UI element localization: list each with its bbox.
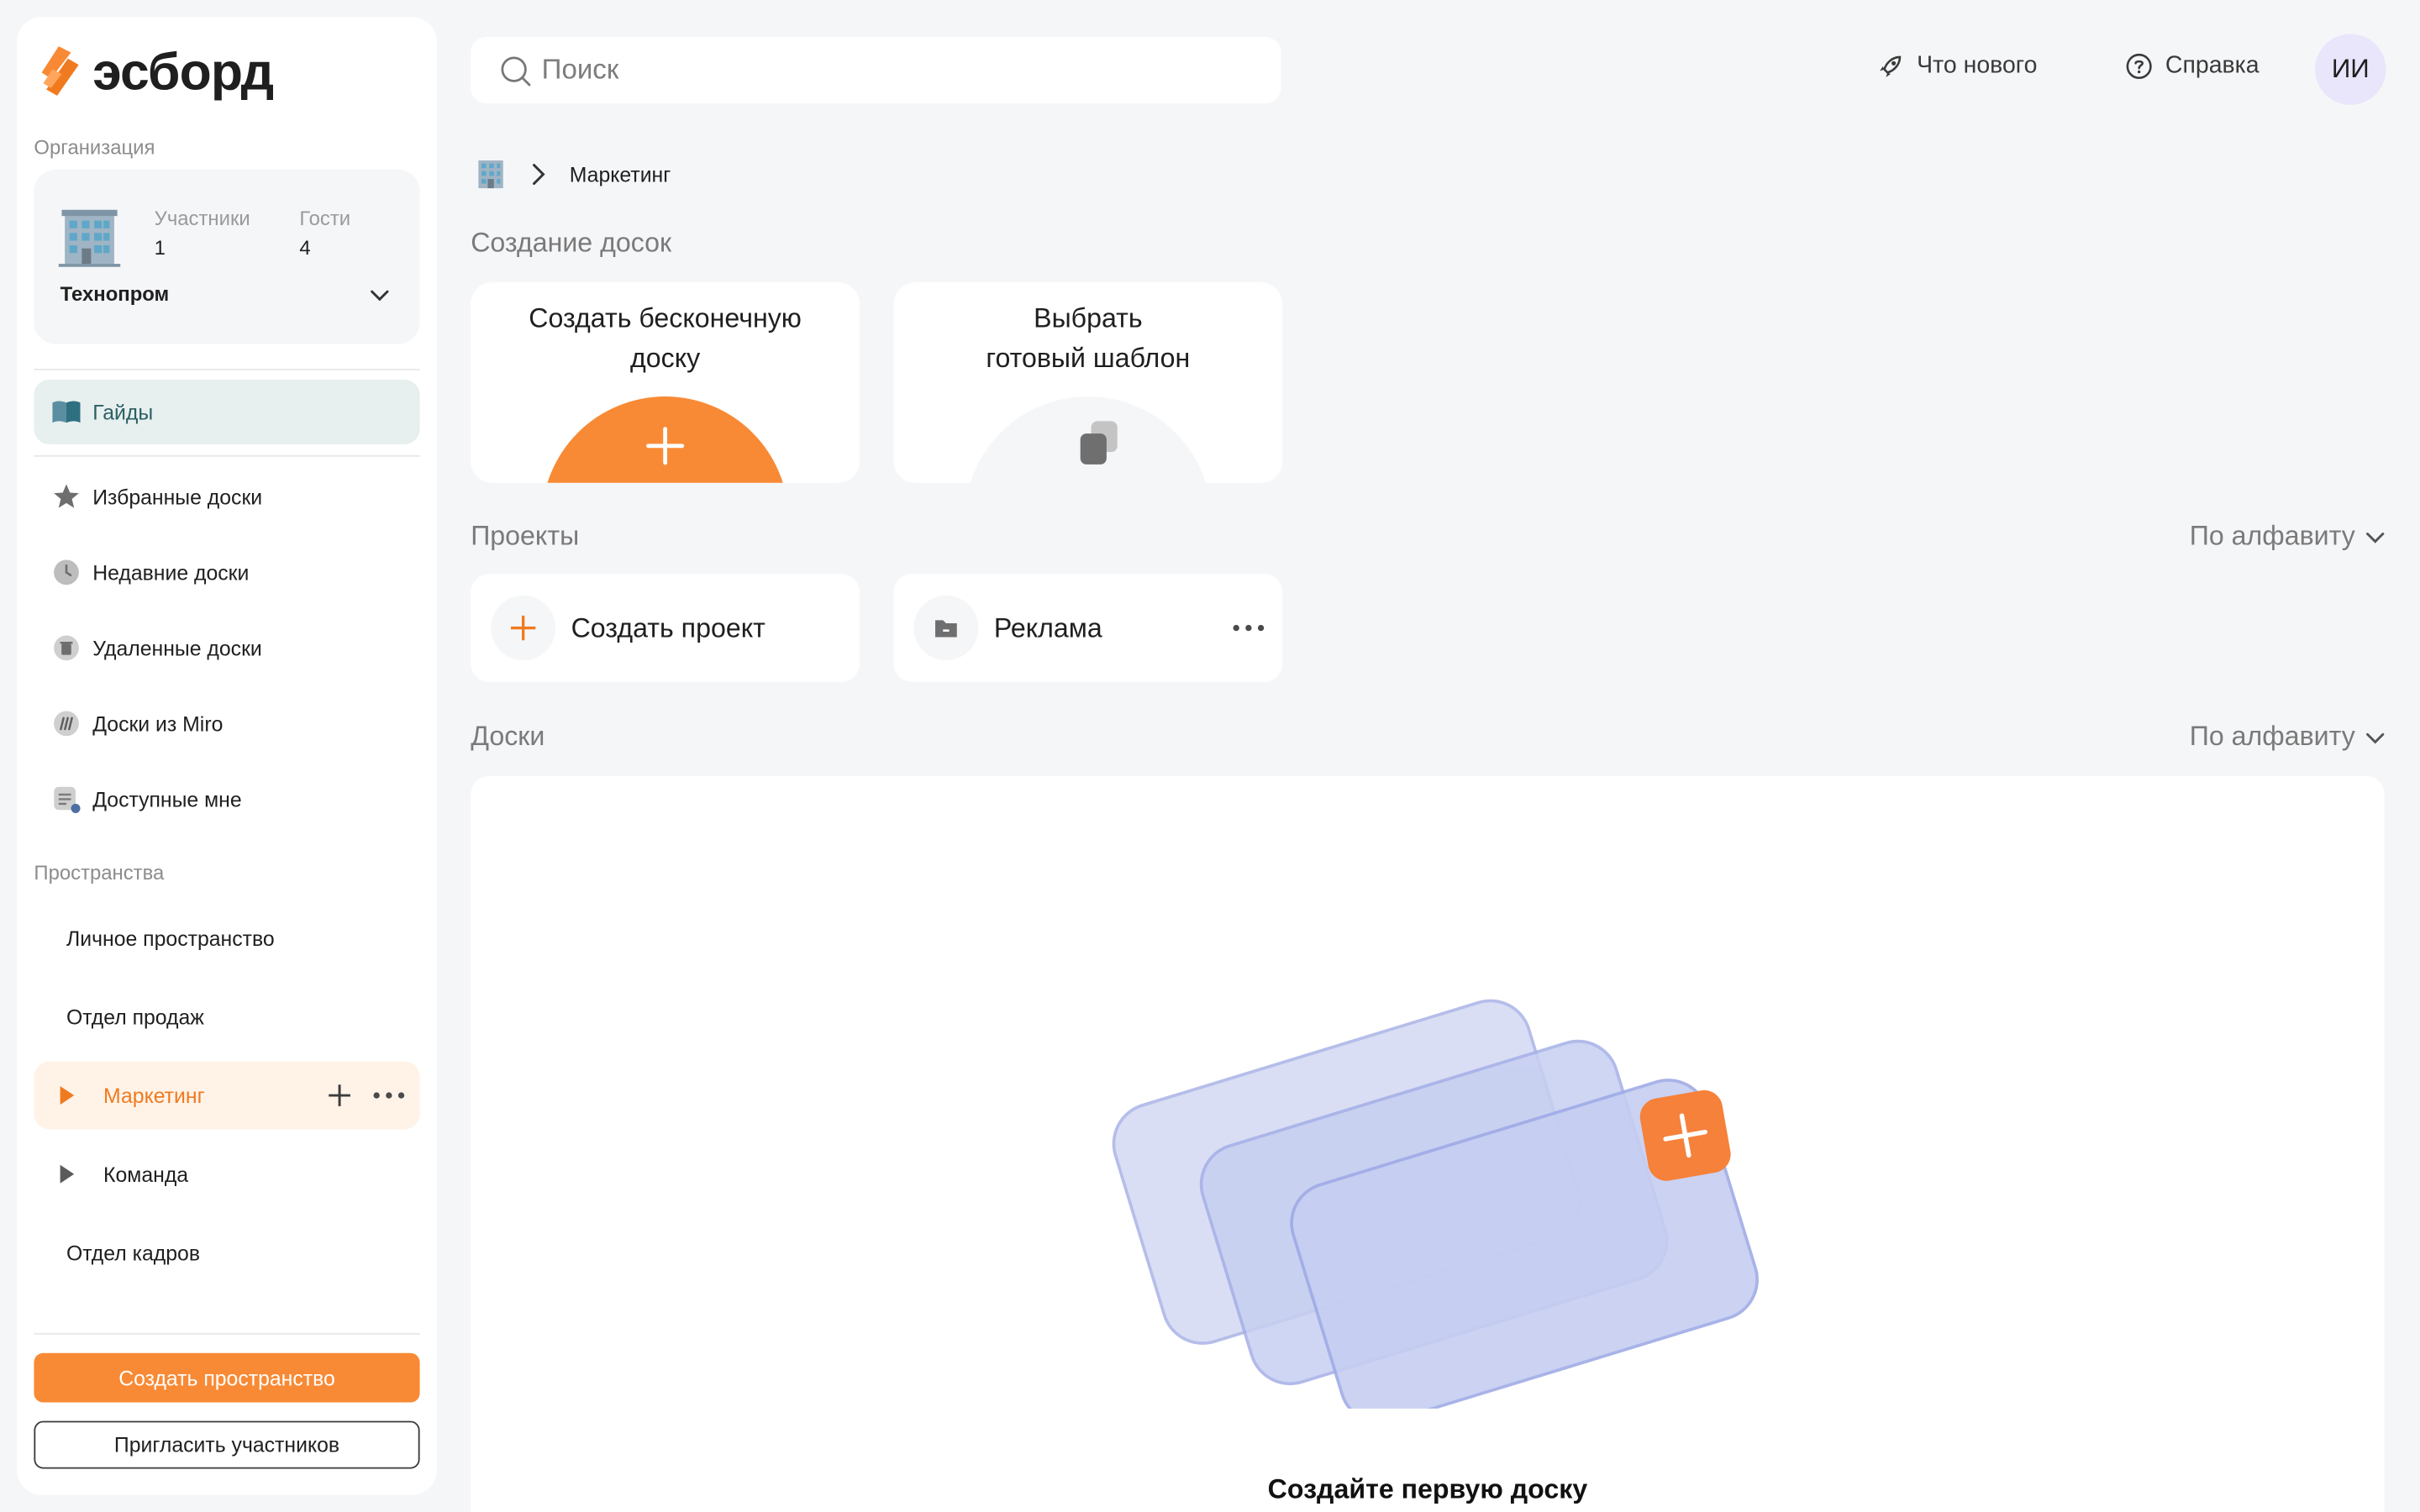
nav-item-miro[interactable]: Доски из Miro bbox=[34, 691, 419, 756]
folder-icon bbox=[913, 595, 979, 661]
choose-template-label: Выбрать готовый шаблон bbox=[893, 297, 1282, 378]
org-members-stat: Участники 1 bbox=[155, 207, 250, 259]
breadcrumb: Маркетинг bbox=[474, 157, 671, 191]
empty-boards-title: Создайте первую доску bbox=[1267, 1473, 1588, 1504]
org-section-label: Организация bbox=[34, 135, 155, 160]
space-item-label: Отдел кадров bbox=[66, 1241, 200, 1265]
book-icon bbox=[51, 396, 82, 428]
chevron-down-icon bbox=[2366, 532, 2385, 543]
search-icon bbox=[501, 55, 531, 86]
chevron-right-icon bbox=[533, 164, 545, 186]
nav-item-label: Удаленные доски bbox=[92, 636, 262, 660]
more-icon[interactable] bbox=[373, 1092, 405, 1099]
help-icon bbox=[2126, 53, 2152, 80]
space-item-marketing[interactable]: Маркетинг bbox=[34, 1061, 420, 1130]
nav-item-deleted[interactable]: Удаленные доски bbox=[34, 616, 419, 680]
logo[interactable]: эсборд bbox=[37, 43, 274, 102]
divider bbox=[34, 454, 420, 457]
sort-label: По алфавиту bbox=[2189, 720, 2355, 752]
nav-item-label: Недавние доски bbox=[92, 560, 250, 585]
create-project-label: Создать проект bbox=[571, 612, 765, 643]
create-boards-heading: Создание досок bbox=[471, 226, 672, 258]
search-bar[interactable] bbox=[471, 37, 1281, 104]
logo-text: эсборд bbox=[92, 43, 274, 102]
choose-template-card[interactable]: Выбрать готовый шаблон bbox=[893, 282, 1283, 483]
space-item-hr[interactable]: Отдел кадров bbox=[34, 1219, 419, 1287]
expand-triangle-icon[interactable] bbox=[60, 1086, 75, 1105]
nav-item-shared[interactable]: Доступные мне bbox=[34, 767, 419, 832]
org-guests-count: 4 bbox=[299, 236, 311, 260]
nav-item-guides[interactable]: Гайды bbox=[34, 379, 420, 444]
breadcrumb-current: Маркетинг bbox=[569, 162, 671, 186]
projects-heading: Проекты bbox=[471, 519, 580, 551]
help-link[interactable]: Справка bbox=[2125, 52, 2260, 80]
nav-item-label: Избранные доски bbox=[92, 485, 263, 509]
office-building-icon[interactable] bbox=[474, 157, 508, 191]
office-building-icon bbox=[58, 209, 121, 267]
nav-item-label: Доски из Miro bbox=[92, 711, 224, 736]
help-label: Справка bbox=[2165, 52, 2260, 79]
org-guests-stat: Гости 4 bbox=[299, 207, 350, 259]
org-members-label: Участники bbox=[154, 207, 250, 230]
space-item-label: Команда bbox=[103, 1162, 189, 1186]
create-infinite-board-label: Создать бесконечную доску bbox=[529, 302, 802, 374]
org-card[interactable]: Участники 1 Гости 4 Технопром bbox=[34, 170, 420, 344]
boards-heading: Доски bbox=[471, 720, 545, 752]
whats-new-link[interactable]: Что нового bbox=[1876, 52, 2037, 80]
divider bbox=[34, 1332, 420, 1335]
sidebar: эсборд Организация Участники 1 Гости 4 Т… bbox=[17, 17, 437, 1495]
space-item-team[interactable]: Команда bbox=[34, 1140, 419, 1208]
create-project-card[interactable]: Создать проект bbox=[471, 574, 860, 682]
rocket-icon bbox=[1880, 55, 1902, 77]
space-item-tools bbox=[327, 1083, 405, 1107]
projects-sort-dropdown[interactable]: По алфавиту bbox=[2190, 520, 2386, 553]
empty-boards-illustration bbox=[1112, 999, 1759, 1409]
chevron-down-icon[interactable] bbox=[367, 282, 392, 307]
expand-triangle-icon[interactable] bbox=[60, 1164, 75, 1184]
nav-item-recent[interactable]: Недавние доски bbox=[34, 540, 419, 605]
boards-panel: Создайте первую доску bbox=[471, 775, 2385, 1512]
space-item-sales[interactable]: Отдел продаж bbox=[34, 983, 419, 1051]
spaces-section-label: Пространства bbox=[34, 860, 165, 885]
nav-item-favorites[interactable]: Избранные доски bbox=[34, 465, 419, 529]
org-members-count: 1 bbox=[154, 236, 166, 260]
project-label: Реклама bbox=[993, 612, 1102, 643]
search-input[interactable] bbox=[541, 54, 1191, 87]
template-copy-icon bbox=[970, 396, 1207, 483]
logo-mark-icon bbox=[41, 46, 79, 96]
shared-doc-icon bbox=[51, 784, 82, 815]
space-item-label: Маркетинг bbox=[103, 1084, 205, 1107]
nav-item-label: Доступные мне bbox=[92, 787, 242, 811]
whats-new-label: Что нового bbox=[1917, 52, 2038, 79]
create-infinite-board-card[interactable]: Создать бесконечную доску bbox=[471, 282, 860, 483]
space-item-label: Личное пространство bbox=[66, 926, 275, 950]
clock-icon bbox=[51, 557, 82, 588]
plus-icon bbox=[491, 595, 556, 661]
space-item-personal[interactable]: Личное пространство bbox=[34, 904, 419, 972]
nav-item-label: Гайды bbox=[92, 400, 154, 424]
more-icon[interactable] bbox=[1233, 624, 1265, 632]
boards-sort-dropdown[interactable]: По алфавиту bbox=[2190, 721, 2386, 753]
chevron-down-icon bbox=[2366, 732, 2385, 743]
choose-template-line2: готовый шаблон bbox=[986, 342, 1191, 374]
project-card[interactable]: Реклама bbox=[893, 574, 1283, 682]
invite-members-button[interactable]: Пригласить участников bbox=[34, 1420, 420, 1469]
space-item-label: Отдел продаж bbox=[66, 1005, 204, 1029]
miro-icon bbox=[51, 708, 82, 739]
divider bbox=[34, 368, 420, 370]
plus-icon bbox=[547, 396, 783, 483]
org-guests-label: Гости bbox=[299, 207, 351, 230]
choose-template-line1: Выбрать bbox=[1034, 302, 1143, 333]
sort-label: По алфавиту bbox=[2189, 519, 2355, 551]
org-name: Технопром bbox=[60, 282, 170, 306]
trash-icon bbox=[51, 633, 82, 664]
avatar[interactable]: ИИ bbox=[2315, 34, 2386, 105]
plus-icon[interactable] bbox=[327, 1083, 351, 1107]
star-icon bbox=[51, 481, 82, 512]
create-space-button[interactable]: Создать пространство bbox=[34, 1352, 420, 1403]
